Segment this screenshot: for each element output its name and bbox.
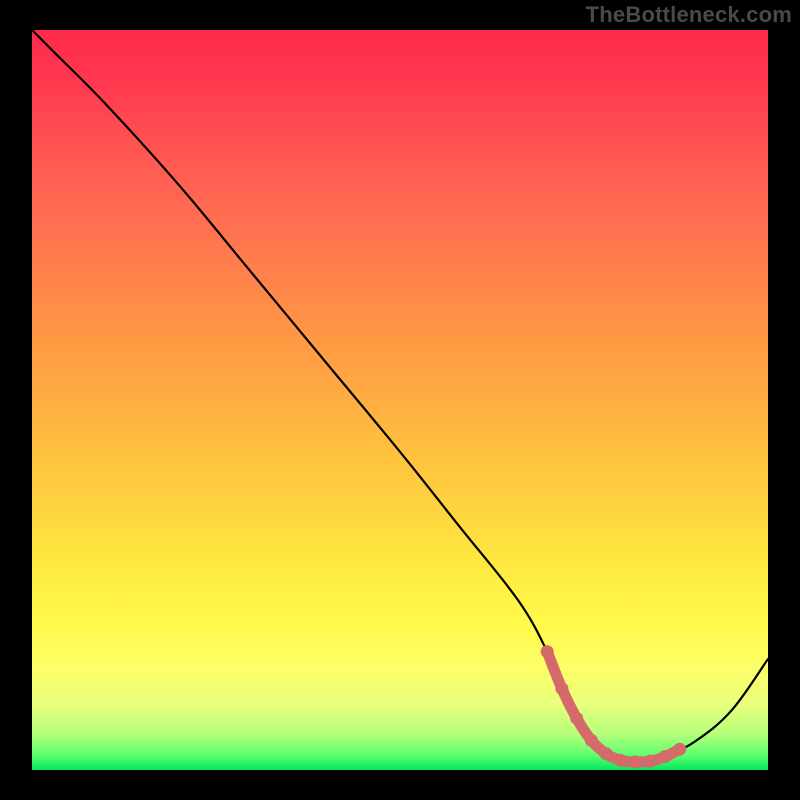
highlight-dot bbox=[555, 682, 568, 695]
watermark-text: TheBottleneck.com bbox=[586, 2, 792, 28]
bottleneck-curve-path bbox=[32, 30, 768, 762]
highlight-dot bbox=[600, 747, 613, 760]
highlight-dot bbox=[673, 743, 686, 756]
highlight-dot bbox=[644, 755, 657, 768]
highlight-dot bbox=[614, 754, 627, 767]
chart-frame: TheBottleneck.com bbox=[0, 0, 800, 800]
curve-layer bbox=[32, 30, 768, 770]
highlight-dot bbox=[629, 755, 642, 768]
plot-area bbox=[32, 30, 768, 770]
highlight-range-path bbox=[547, 652, 679, 762]
highlight-dot bbox=[658, 750, 671, 763]
highlight-dot bbox=[585, 734, 598, 747]
highlight-dot bbox=[541, 645, 554, 658]
highlight-dots bbox=[541, 645, 686, 768]
highlight-dot bbox=[570, 712, 583, 725]
